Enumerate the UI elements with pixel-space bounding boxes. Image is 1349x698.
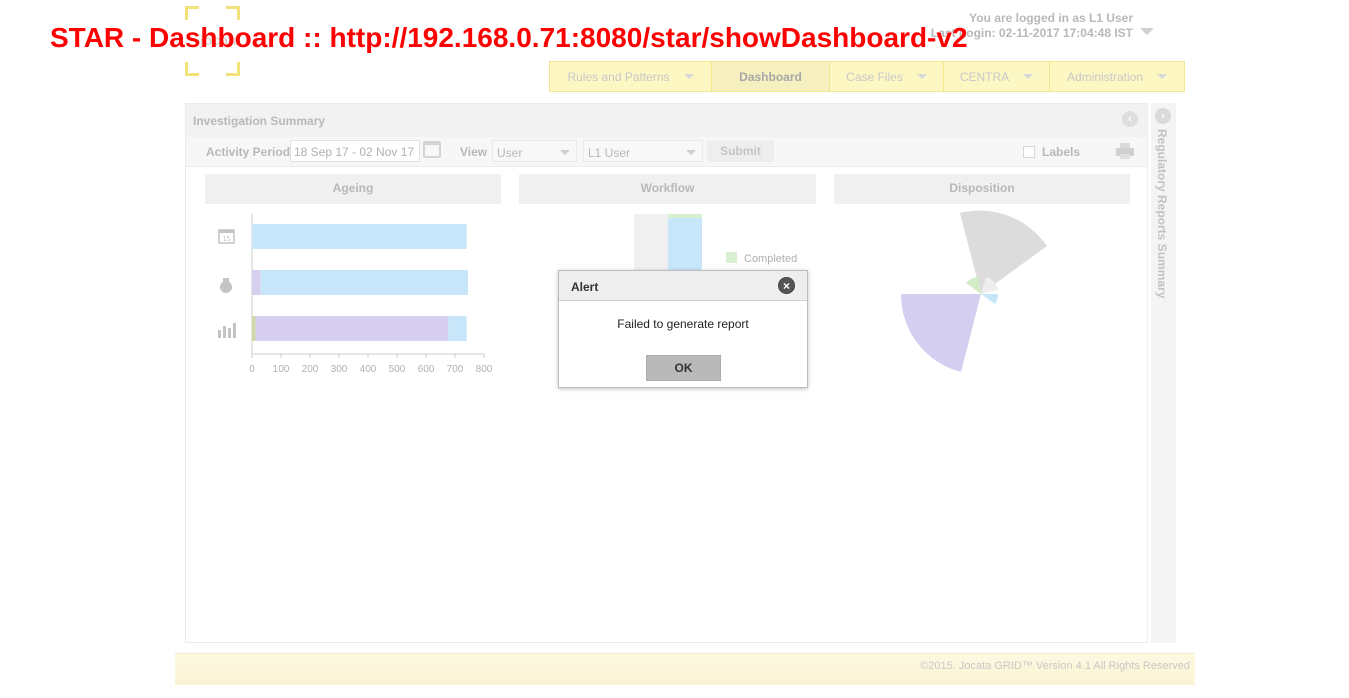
panel-title: Investigation Summary — [193, 113, 326, 128]
page-url-title: STAR - Dashboard :: http://192.168.0.71:… — [50, 22, 968, 53]
print-icon[interactable] — [1116, 143, 1134, 159]
nav-label: Dashboard — [739, 69, 802, 84]
ageing-bar-segment[interactable] — [260, 270, 469, 295]
svg-text:15: 15 — [223, 236, 231, 243]
workflow-bar-completed — [668, 214, 702, 218]
submit-button[interactable]: Submit — [707, 140, 774, 162]
user-select[interactable]: L1 User — [583, 140, 703, 162]
app-root: jocata You are logged in as L1 User Last… — [0, 0, 1349, 698]
user-select-value: L1 User — [588, 146, 631, 160]
dialog-title: Alert — [571, 280, 599, 294]
x-tick-label: 100 — [273, 364, 290, 375]
x-tick-label: 400 — [360, 364, 377, 375]
main-nav: Rules and Patterns Dashboard Case Files … — [549, 61, 1185, 92]
labels-checkbox[interactable] — [1023, 146, 1035, 158]
ageing-bar-segment[interactable] — [448, 316, 467, 341]
bar-chart-icon — [218, 323, 236, 338]
x-tick-label: 700 — [447, 364, 464, 375]
workflow-card-title: Workflow — [519, 174, 816, 204]
view-select-value: User — [497, 146, 523, 160]
disposition-slice-purple — [900, 294, 981, 372]
ageing-bar-segment[interactable] — [252, 224, 467, 249]
x-tick-label: 200 — [302, 364, 319, 375]
alert-dialog: Alert × Failed to generate report OK — [558, 270, 808, 388]
x-tick-label: 600 — [418, 364, 435, 375]
legend-completed-label: Completed — [744, 253, 797, 265]
activity-period-label: Activity Period — [206, 145, 291, 159]
nav-label: Case Files — [846, 69, 903, 84]
chevron-down-icon — [560, 150, 570, 155]
close-icon[interactable]: × — [778, 277, 795, 294]
disposition-card-title: Disposition — [834, 174, 1130, 204]
collapse-left-icon[interactable]: ‹ — [1122, 111, 1138, 127]
nav-case-files[interactable]: Case Files — [830, 62, 944, 91]
x-tick-label: 800 — [476, 364, 493, 375]
chevron-down-icon — [683, 74, 694, 79]
chevron-down-icon — [916, 74, 927, 79]
x-tick-label: 0 — [249, 364, 255, 375]
ageing-bar-segment[interactable] — [252, 316, 256, 341]
ageing-bars — [252, 224, 469, 341]
legend-completed-swatch — [726, 252, 737, 263]
money-bag-icon — [220, 278, 232, 293]
disposition-slice-blue — [981, 294, 999, 304]
nav-dashboard[interactable]: Dashboard — [712, 62, 830, 91]
labels-checkbox-label: Labels — [1042, 145, 1081, 159]
date-range-input[interactable]: 18 Sep 17 - 02 Nov 17 — [290, 140, 420, 162]
dialog-message: Failed to generate report — [617, 317, 749, 331]
calendar-icon[interactable] — [423, 141, 441, 158]
chevron-down-icon — [686, 150, 696, 155]
calendar-icon: 15 — [218, 229, 235, 244]
nav-rules-and-patterns[interactable]: Rules and Patterns — [550, 62, 712, 91]
view-select[interactable]: User — [492, 140, 577, 162]
filter-toolbar: Activity Period 18 Sep 17 - 02 Nov 17 Vi… — [186, 137, 1147, 167]
ok-button[interactable]: OK — [646, 355, 721, 381]
nav-label: CENTRA — [959, 69, 1010, 84]
ageing-bar-segment[interactable] — [252, 270, 261, 295]
ageing-bar-segment[interactable] — [255, 316, 449, 341]
disposition-chart — [900, 210, 1047, 372]
x-tick-label: 500 — [389, 364, 406, 375]
side-panel-title: Regulatory Reports Summary — [1155, 129, 1169, 299]
dialog-header: Alert × — [559, 271, 807, 301]
copyright-text: ©2015. Jocata GRID™ Version 4.1 All Righ… — [920, 660, 1190, 672]
chevron-down-icon — [1023, 74, 1034, 79]
nav-label: Administration — [1066, 69, 1144, 84]
ageing-x-ticks: 0 100 200 300 400 500 600 700 800 — [249, 354, 493, 375]
chevron-down-icon — [1157, 74, 1168, 79]
view-label: View — [460, 145, 488, 159]
ageing-card-title: Ageing — [205, 174, 501, 204]
panel-header: Investigation Summary ‹ — [186, 104, 1147, 137]
expand-right-icon[interactable]: › — [1155, 108, 1171, 124]
nav-administration[interactable]: Administration — [1050, 62, 1184, 91]
nav-label: Rules and Patterns — [567, 69, 670, 84]
user-menu-caret-icon[interactable] — [1140, 28, 1154, 35]
nav-centra[interactable]: CENTRA — [944, 62, 1050, 91]
regulatory-reports-side-panel[interactable]: › Regulatory Reports Summary — [1151, 103, 1176, 643]
footer: ©2015. Jocata GRID™ Version 4.1 All Righ… — [175, 653, 1195, 685]
x-tick-label: 300 — [331, 364, 348, 375]
ageing-chart: 15 0 100 200 300 400 500 600 700 800 — [218, 214, 493, 375]
